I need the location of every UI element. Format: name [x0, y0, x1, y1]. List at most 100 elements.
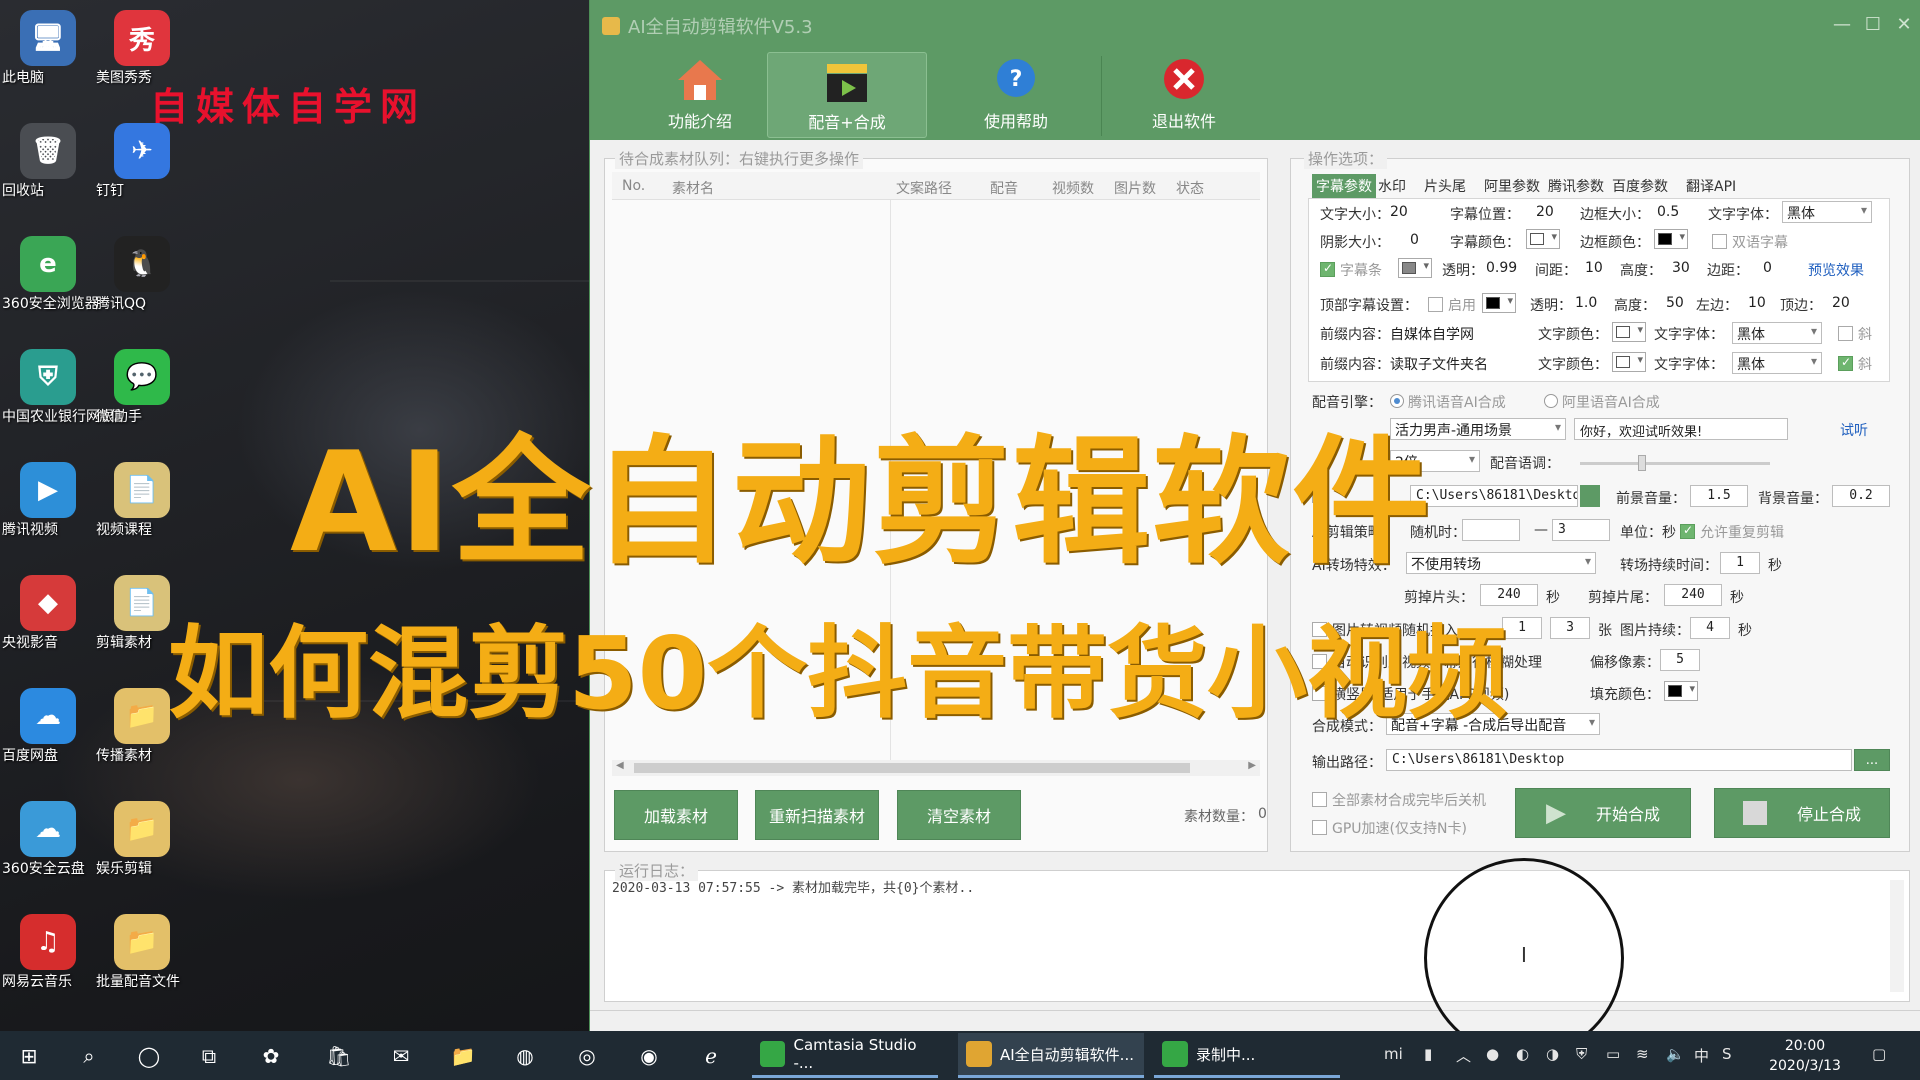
ie-browser-icon[interactable]: ℯ — [696, 1041, 726, 1071]
task-ai-editor[interactable]: AI全自动剪辑软件... — [958, 1033, 1144, 1078]
chrome-icon[interactable]: ◉ — [634, 1041, 664, 1071]
desktop-icon[interactable]: ☁ 百度网盘 — [2, 684, 94, 792]
dub-compose-button[interactable]: 配音+合成 — [767, 52, 927, 138]
desktop-icon[interactable]: 📁 娱乐剪辑 — [96, 797, 188, 905]
sub-bar-color-picker[interactable] — [1398, 258, 1432, 278]
fill-color-picker[interactable] — [1664, 681, 1698, 701]
allow-repeat-checkbox[interactable] — [1680, 523, 1695, 539]
exit-button[interactable]: 退出软件 — [1104, 52, 1264, 138]
bar-gap-value[interactable]: 10 — [1585, 260, 1603, 276]
desktop-icon[interactable]: ☁ 360安全云盘 — [2, 797, 94, 905]
bg-volume-input[interactable]: 0.2 — [1832, 485, 1890, 507]
task-recorder[interactable]: 录制中... — [1154, 1033, 1340, 1078]
gpu-checkbox[interactable] — [1312, 820, 1327, 835]
task-camtasia[interactable]: Camtasia Studio -... — [752, 1033, 938, 1078]
shield-tray-icon[interactable]: ⛨ — [1576, 1045, 1587, 1063]
desktop-icon[interactable]: 📄 视频课程 — [96, 458, 188, 566]
chevron-up-icon[interactable]: ︿ — [1456, 1045, 1471, 1066]
col-video-count[interactable]: 视频数 — [1052, 178, 1094, 198]
battery-tray-icon[interactable]: ▮ — [1424, 1045, 1432, 1063]
tone-slider[interactable] — [1580, 455, 1770, 471]
mail-icon[interactable]: ✉ — [386, 1041, 416, 1071]
options-tab[interactable]: 水印 — [1374, 174, 1410, 198]
prefix-color-picker-2[interactable] — [1612, 352, 1646, 372]
top-sub-color-picker[interactable] — [1482, 293, 1516, 313]
col-script-path[interactable]: 文案路径 — [896, 178, 952, 198]
img-min-input[interactable]: 1 — [1502, 617, 1542, 639]
cut-tail-input[interactable]: 240 — [1664, 584, 1722, 606]
notification-icon[interactable]: ▢ — [1872, 1045, 1886, 1063]
img-max-input[interactable]: 3 — [1550, 617, 1590, 639]
font-family-select[interactable]: 黑体 — [1782, 201, 1872, 223]
desktop-icon[interactable]: 💬 微信 — [96, 345, 188, 453]
desktop-icon[interactable]: ⛨ 中国农业银行网银助手 — [2, 345, 142, 453]
security-tray-icon[interactable]: ● — [1486, 1045, 1499, 1063]
maximize-icon[interactable]: ☐ — [1858, 14, 1888, 35]
options-tab[interactable]: 翻译API — [1682, 174, 1740, 198]
tone-slider-thumb[interactable] — [1638, 455, 1646, 471]
rescan-material-button[interactable]: 重新扫描素材 — [755, 790, 879, 840]
col-name[interactable]: 素材名 — [672, 178, 714, 198]
desktop-icon[interactable]: 🐧 腾讯QQ — [96, 232, 188, 340]
top-alpha-value[interactable]: 1.0 — [1575, 295, 1597, 311]
desktop-icon[interactable]: 秀美图秀秀 — [96, 6, 188, 114]
cut-min-input[interactable] — [1462, 519, 1520, 541]
desktop-icon[interactable]: ▶ 腾讯视频 — [2, 458, 94, 566]
prefix-color-picker-1[interactable] — [1612, 322, 1646, 342]
mi-tray-icon[interactable]: mi — [1384, 1045, 1403, 1063]
col-no[interactable]: No. — [622, 178, 645, 194]
sub-position-value[interactable]: 20 — [1536, 204, 1554, 220]
ime-indicator[interactable]: 中 — [1694, 1045, 1709, 1066]
prefix-font-select-2[interactable]: 黑体 — [1732, 352, 1822, 374]
app-tray-icon[interactable]: ◑ — [1546, 1045, 1559, 1063]
col-status[interactable]: 状态 — [1176, 178, 1204, 198]
engine-ali-radio[interactable] — [1544, 394, 1558, 408]
desktop-icon[interactable]: ✈ 钉钉 — [96, 119, 188, 227]
log-vscrollbar[interactable] — [1890, 880, 1904, 992]
battery-icon[interactable]: ▭ — [1606, 1045, 1620, 1063]
offset-input[interactable]: 5 — [1660, 649, 1700, 671]
test-text-input[interactable]: 你好，欢迎试听效果! — [1574, 418, 1788, 440]
sub-color-picker[interactable] — [1526, 229, 1560, 249]
shadow-size-value[interactable]: 0 — [1410, 232, 1419, 248]
desktop-icon[interactable]: ♫ 网易云音乐 — [2, 910, 94, 1018]
transition-select[interactable]: 不使用转场 — [1406, 552, 1596, 574]
bgm-path-input[interactable]: C:\Users\86181\Desktop — [1410, 485, 1578, 507]
options-tab[interactable]: 百度参数 — [1608, 174, 1672, 198]
scroll-right-icon[interactable]: ▶ — [1248, 760, 1256, 771]
output-path-input[interactable]: C:\Users\86181\Desktop — [1386, 749, 1852, 771]
minimize-icon[interactable]: — — [1827, 14, 1857, 35]
top-height-value[interactable]: 50 — [1666, 295, 1684, 311]
desktop-icon[interactable]: ◆ 央视影音 — [2, 571, 94, 679]
output-browse-button[interactable]: ... — [1854, 749, 1890, 771]
clear-material-button[interactable]: 清空素材 — [897, 790, 1021, 840]
edge-browser-icon[interactable]: ◍ — [510, 1041, 540, 1071]
img-duration-input[interactable]: 4 — [1690, 617, 1730, 639]
desktop-icon[interactable]: e 360安全浏览器 — [2, 232, 99, 340]
intro-button[interactable]: 功能介绍 — [620, 52, 780, 138]
border-size-value[interactable]: 0.5 — [1657, 204, 1679, 220]
preview-effect-link[interactable]: 预览效果 — [1808, 260, 1864, 280]
shutdown-checkbox[interactable] — [1312, 792, 1327, 807]
search-icon[interactable]: ⌕ — [74, 1041, 104, 1071]
queue-hscrollbar[interactable]: ◀ ▶ — [612, 760, 1260, 776]
font-size-value[interactable]: 20 — [1390, 204, 1408, 220]
col-image-count[interactable]: 图片数 — [1114, 178, 1156, 198]
border-color-picker[interactable] — [1654, 229, 1688, 249]
load-material-button[interactable]: 加载素材 — [614, 790, 738, 840]
app-pinned-icon[interactable]: ✿ — [256, 1041, 286, 1071]
options-tab[interactable]: 腾讯参数 — [1544, 174, 1608, 198]
volume-icon[interactable]: 🔈 — [1666, 1045, 1685, 1063]
scroll-thumb[interactable] — [634, 763, 1190, 773]
clock[interactable]: 20:00 2020/3/13 — [1760, 1036, 1850, 1076]
prefix-value-1[interactable]: 自媒体自学网 — [1390, 324, 1474, 344]
prefix-value-2[interactable]: 读取子文件夹名 — [1390, 354, 1488, 374]
italic-checkbox-1[interactable] — [1838, 326, 1853, 341]
options-tab[interactable]: 阿里参数 — [1480, 174, 1544, 198]
fg-volume-input[interactable]: 1.5 — [1690, 485, 1748, 507]
desktop-icon[interactable]: 🖥 此电脑 — [2, 6, 94, 114]
top-sub-enable-checkbox[interactable] — [1428, 297, 1443, 312]
col-dub[interactable]: 配音 — [990, 178, 1018, 198]
bar-alpha-value[interactable]: 0.99 — [1486, 260, 1517, 276]
top-left-value[interactable]: 10 — [1748, 295, 1766, 311]
